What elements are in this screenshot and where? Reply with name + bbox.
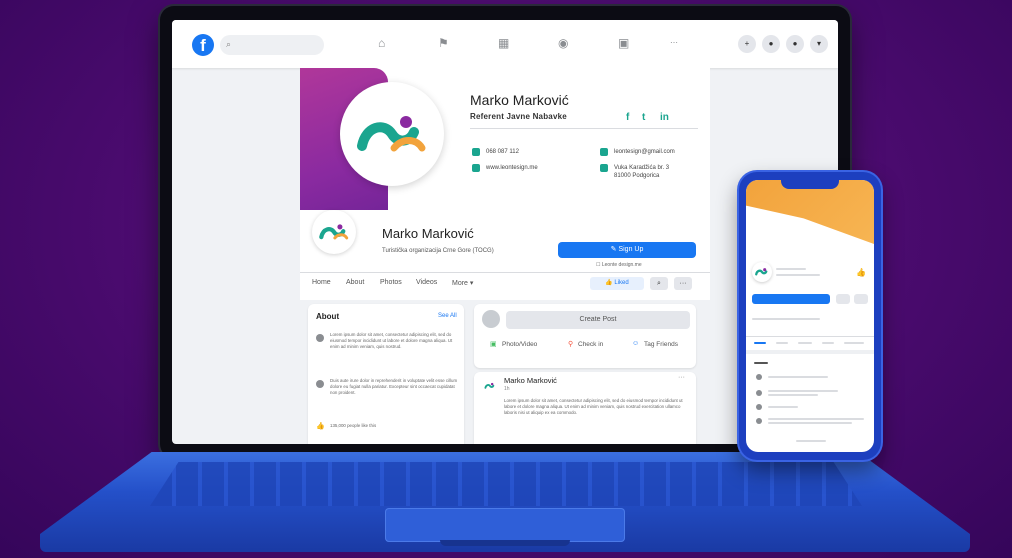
liked-button[interactable]: 👍 Liked [590, 277, 644, 290]
phone-page-avatar[interactable] [752, 262, 772, 282]
create-post-button[interactable]: Create Post [506, 311, 690, 329]
bell-icon[interactable]: ● [786, 35, 804, 53]
signature-address-line1: Vuka Karadžića br. 3 [614, 165, 670, 171]
groups-icon[interactable]: ◉ [558, 36, 568, 50]
photo-video-button[interactable]: Photo/Video [502, 341, 537, 348]
phone-about-line-2 [768, 390, 838, 392]
phone-info-icon [756, 374, 762, 380]
phone-signup-button[interactable] [752, 294, 830, 304]
profile-logo [340, 82, 444, 186]
home-icon[interactable]: ⌂ [378, 36, 385, 50]
signature-phone: 068 087 112 [486, 149, 519, 155]
signature-website[interactable]: www.leontesign.me [486, 164, 538, 172]
tag-friends-button[interactable]: Tag Friends [644, 341, 678, 348]
search-icon: ⌕ [226, 39, 232, 49]
globe-icon [472, 164, 480, 172]
phone-about-line-5 [768, 422, 852, 424]
mail-icon [600, 148, 608, 156]
like-thumb-icon: 👍 [316, 423, 325, 430]
facebook-social-icon[interactable]: f [626, 112, 629, 123]
phone-thumb-icon [756, 404, 762, 410]
phone-tab-more[interactable] [844, 342, 864, 344]
tab-home[interactable]: Home [312, 279, 331, 286]
sign-up-button[interactable]: ✎ Sign Up [558, 242, 696, 258]
page-more-button[interactable]: ··· [674, 277, 692, 290]
grid-icon[interactable]: ⋯ [670, 38, 678, 47]
post-author-logo-icon [482, 378, 498, 394]
phone-page-name-line [776, 268, 806, 270]
phone-desc-line [752, 318, 820, 320]
location-icon [600, 164, 608, 172]
tab-photos[interactable]: Photos [380, 279, 402, 286]
phone-about-line-3 [768, 394, 818, 396]
signature-email[interactable]: leontesign@gmail.com [614, 148, 675, 156]
signature-address-line2: 81000 Podgorica [614, 173, 660, 179]
page-avatar[interactable] [312, 210, 356, 254]
phone-tab-photos[interactable] [798, 342, 812, 344]
tab-videos[interactable]: Videos [416, 279, 437, 286]
about-likes: 135,000 people like this [330, 423, 377, 428]
phone-tab-divider [746, 336, 874, 337]
check-in-button[interactable]: Check in [578, 341, 603, 348]
brand-wave-logo-small-icon [319, 224, 349, 240]
phone-like-icon[interactable]: 👍 [856, 268, 866, 277]
laptop-trackpad [385, 508, 625, 542]
phone-tab-videos[interactable] [822, 342, 834, 344]
messenger-icon[interactable]: ● [762, 35, 780, 53]
phone-about-line-1 [768, 376, 828, 378]
phone-clock-icon [756, 390, 762, 396]
facebook-logo-icon[interactable]: f [192, 34, 214, 56]
phone-page-sub-line [776, 274, 820, 276]
phone-more-button[interactable] [854, 294, 868, 304]
laptop-front-lip [440, 540, 570, 546]
laptop-keyboard [150, 462, 862, 506]
phone-tab-about[interactable] [776, 342, 788, 344]
flag-icon[interactable]: ⚑ [438, 36, 449, 50]
phone-search-button[interactable] [836, 294, 850, 304]
twitter-social-icon[interactable]: t [642, 112, 645, 123]
signature-role: Referent Javne Nabavke [470, 112, 567, 121]
phone-icon [472, 148, 480, 156]
phone-about-title-line [754, 362, 768, 364]
gaming-icon[interactable]: ▣ [618, 36, 629, 50]
store-icon[interactable]: ▦ [498, 36, 509, 50]
tag-friends-icon: ☺ [632, 340, 640, 347]
phone-globe-icon [756, 418, 762, 424]
post-text: Lorem ipsum dolor sit amet, consectetur … [504, 398, 683, 415]
tab-about[interactable]: About [346, 279, 364, 286]
linkedin-social-icon[interactable]: in [660, 112, 669, 123]
clock-icon [316, 380, 324, 388]
page-search-button[interactable]: ⌕ [650, 277, 668, 290]
plus-icon[interactable]: + [738, 35, 756, 53]
phone-see-all-line[interactable] [796, 440, 826, 442]
user-avatar-icon [482, 310, 500, 328]
about-title: About [316, 312, 340, 321]
search-input[interactable] [220, 35, 324, 55]
phone-likes-line [768, 406, 798, 408]
phone-brand-logo-icon [755, 268, 768, 276]
phone-section-gap [746, 350, 874, 354]
chevron-down-icon[interactable]: ▾ [810, 35, 828, 53]
photo-video-icon: ▣ [490, 341, 497, 348]
signature-divider [470, 128, 698, 129]
see-all-link[interactable]: See All [438, 313, 457, 319]
brand-wave-logo-icon [357, 116, 426, 152]
post-time: 1h [504, 386, 510, 392]
signature-name: Marko Marković [470, 92, 569, 108]
page-subtitle: Turistička organizacija Crne Gore (TOCG) [382, 248, 494, 254]
phone-about-line-4 [768, 418, 864, 420]
phone-tab-home[interactable] [754, 342, 766, 344]
sign-up-sublabel: ☐ Leonte design.me [596, 262, 642, 268]
post-options-icon[interactable]: ··· [678, 374, 685, 381]
page-title: Marko Marković [382, 226, 474, 241]
check-in-icon: ⚲ [568, 341, 574, 348]
info-icon [316, 334, 324, 342]
about-entry-1: Lorem ipsum dolor sit amet, consectetur … [330, 332, 453, 349]
about-entry-2: Duis aute irure dolor in reprehenderit i… [330, 378, 458, 395]
post-author[interactable]: Marko Marković [504, 376, 557, 385]
tab-more[interactable]: More ▾ [452, 279, 473, 287]
phone-notch [781, 180, 839, 189]
